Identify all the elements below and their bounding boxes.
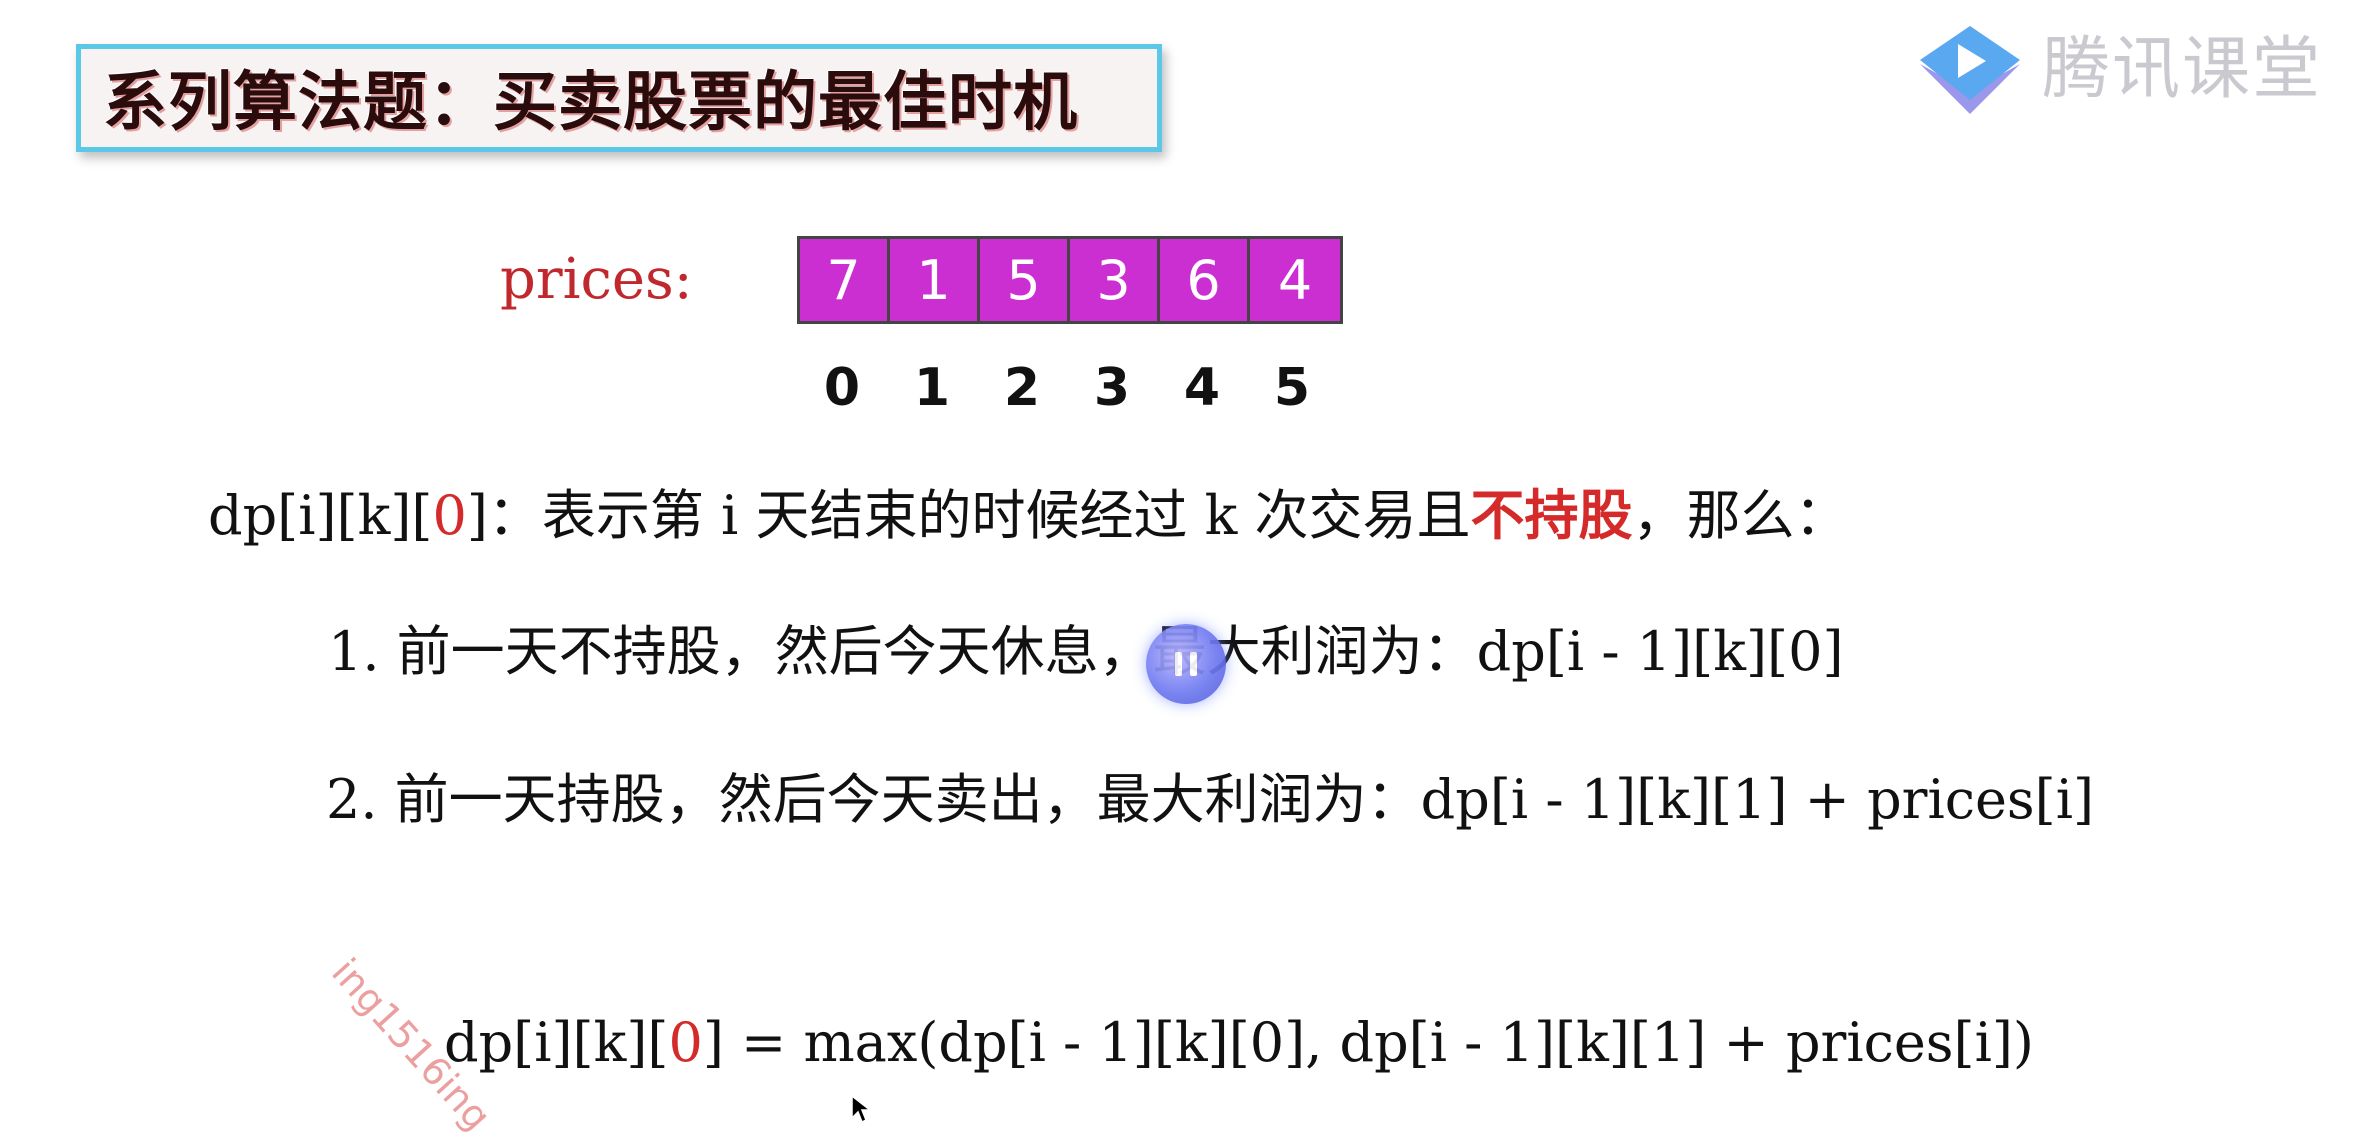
pause-icon: [1190, 652, 1197, 676]
prices-array: 7 1 5 3 6 4: [797, 236, 1343, 324]
pause-icon: [1175, 652, 1182, 676]
mouse-cursor-icon: [851, 1094, 872, 1124]
state-definition: dp[i][k][0]：表示第 i 天结束的时候经过 k 次交易且不持股，那么：: [208, 480, 1849, 551]
definition-middle: ]：表示第 i 天结束的时候经过 k 次交易且: [466, 484, 1471, 547]
array-index: 5: [1273, 358, 1311, 418]
prices-label: prices:: [500, 247, 693, 312]
case-sell: 2. 前一天持股，然后今天卖出，最大利润为：dp[i - 1][k][1] + …: [326, 768, 2095, 831]
definition-suffix: ，那么：: [1632, 484, 1849, 547]
slide: 系列算法题：买卖股票的最佳时机 腾讯课堂 prices: 7 1 5 3 6 4…: [0, 0, 2360, 1137]
play-triangle-logo-icon: [1920, 26, 2020, 114]
formula-suffix: ] = max(dp[i - 1][k][0], dp[i - 1][k][1]…: [702, 1011, 2034, 1074]
array-cell: 1: [890, 239, 980, 321]
tencent-classroom-logo: 腾讯课堂: [1910, 22, 2330, 122]
page-title: 系列算法题：买卖股票的最佳时机: [103, 66, 1078, 140]
definition-emphasis: 不持股: [1470, 483, 1633, 547]
array-cell: 4: [1250, 239, 1340, 321]
array-cell: 5: [980, 239, 1070, 321]
formula-prefix: dp[i][k][: [444, 1011, 669, 1074]
array-cell: 6: [1160, 239, 1250, 321]
title-banner: 系列算法题：买卖股票的最佳时机: [76, 44, 1162, 152]
definition-prefix: dp[i][k][: [208, 484, 433, 547]
array-cell: 3: [1070, 239, 1160, 321]
array-index: 1: [913, 358, 951, 418]
array-indices: 0 1 2 3 4 5: [797, 356, 1337, 420]
array-index: 3: [1093, 358, 1131, 418]
array-cell: 7: [800, 239, 890, 321]
case-rest: 1. 前一天不持股，然后今天休息，最大利润为：dp[i - 1][k][0]: [328, 620, 1844, 683]
transition-formula: dp[i][k][0] = max(dp[i - 1][k][0], dp[i …: [444, 1008, 2034, 1078]
pause-button[interactable]: [1146, 624, 1226, 704]
definition-state: 0: [432, 484, 467, 547]
array-index: 0: [823, 358, 861, 418]
logo-text: 腾讯课堂: [2042, 30, 2323, 109]
array-index: 4: [1183, 358, 1221, 418]
array-index: 2: [1003, 358, 1041, 418]
formula-state: 0: [668, 1011, 703, 1074]
